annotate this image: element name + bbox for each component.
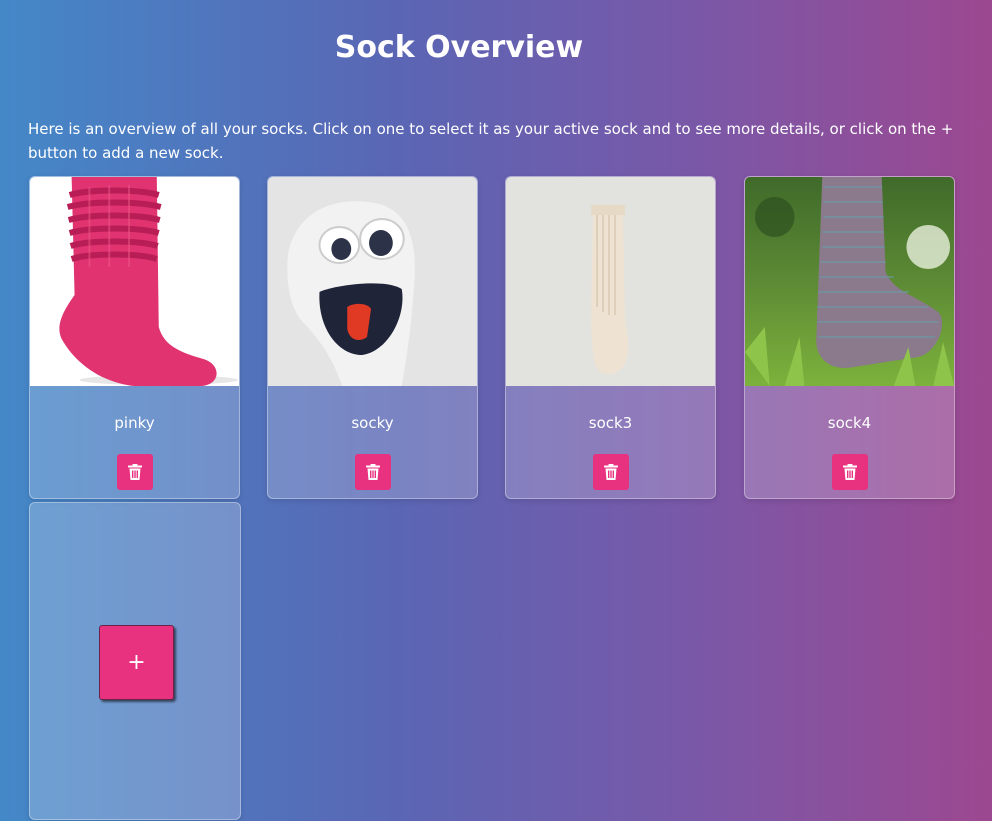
sock-name: sock3 xyxy=(588,414,633,432)
knitted-sock-photo xyxy=(745,177,954,386)
trash-icon xyxy=(366,464,380,480)
add-sock-card: + xyxy=(29,502,241,820)
delete-sock-button[interactable] xyxy=(593,454,629,490)
cream-sock-photo xyxy=(506,177,715,386)
delete-sock-button[interactable] xyxy=(117,454,153,490)
sock-name: sock4 xyxy=(827,414,872,432)
delete-sock-button[interactable] xyxy=(832,454,868,490)
sock-card-sock4[interactable]: sock4 xyxy=(744,176,955,499)
delete-sock-button[interactable] xyxy=(355,454,391,490)
sock-puppet-photo xyxy=(268,177,477,386)
sock-name: pinky xyxy=(114,414,155,432)
trash-icon xyxy=(843,464,857,480)
sock-card-pinky[interactable]: pinky xyxy=(29,176,240,499)
page-title: Sock Overview xyxy=(334,30,584,65)
sock-name: socky xyxy=(351,414,394,432)
sock-card-socky[interactable]: socky xyxy=(267,176,478,499)
add-sock-button[interactable]: + xyxy=(99,625,174,700)
pink-sock-photo xyxy=(30,177,239,386)
intro-text: Here is an overview of all your socks. C… xyxy=(28,120,954,162)
trash-icon xyxy=(128,464,142,480)
sock-card-sock3[interactable]: sock3 xyxy=(505,176,716,499)
trash-icon xyxy=(604,464,618,480)
